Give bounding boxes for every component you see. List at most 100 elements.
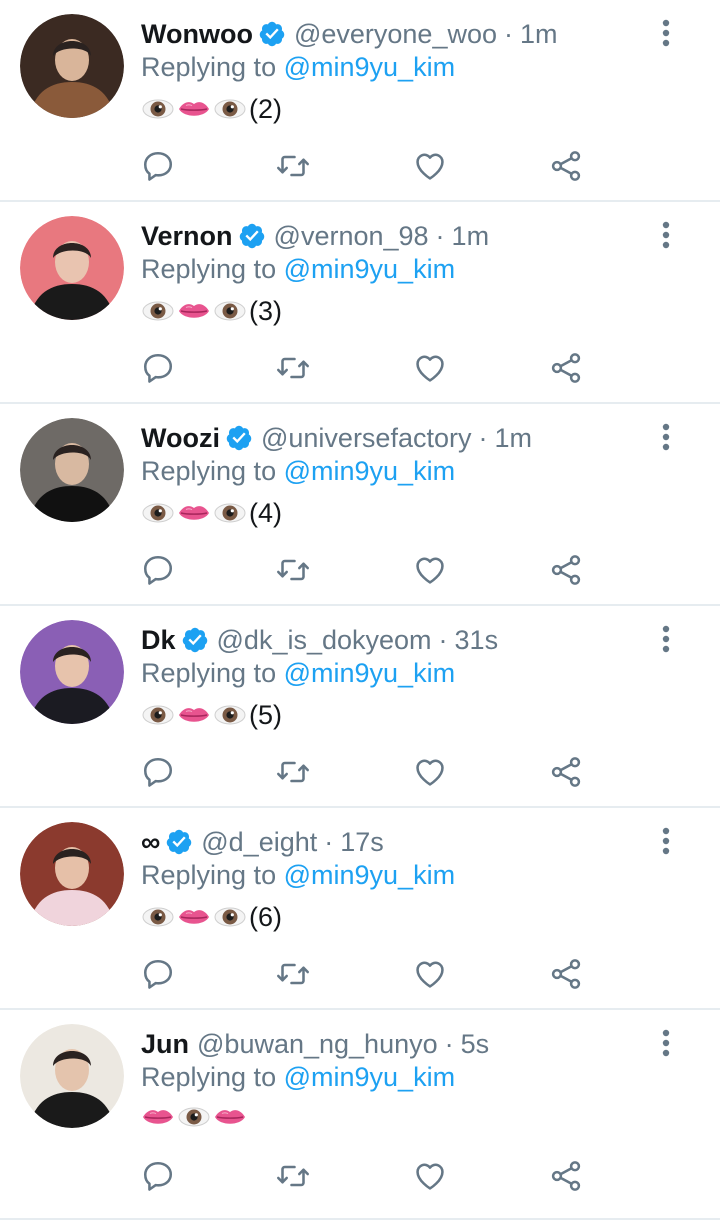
- retweet-icon[interactable]: [275, 148, 311, 184]
- timestamp[interactable]: 1m: [452, 218, 490, 254]
- display-name[interactable]: Wonwoo: [141, 16, 253, 52]
- separator-dot: ·: [435, 221, 445, 251]
- replying-to-label: Replying to: [141, 658, 277, 688]
- lips-emoji: [177, 698, 211, 732]
- retweet-icon[interactable]: [275, 956, 311, 992]
- user-handle[interactable]: @vernon_98: [274, 218, 429, 254]
- retweet-icon[interactable]: [275, 552, 311, 588]
- display-name[interactable]: Dk: [141, 622, 176, 658]
- tweet[interactable]: ∞ @d_eight · 17s Replying to @min9yu_kim…: [0, 808, 720, 1010]
- tweet[interactable]: Wonwoo @everyone_woo · 1m Replying to @m…: [0, 0, 720, 202]
- tweet-text: (5): [141, 696, 282, 734]
- avatar[interactable]: [20, 620, 124, 724]
- tweet[interactable]: Woozi @universefactory · 1m Replying to …: [0, 404, 720, 606]
- tweet-text: (2): [141, 90, 282, 128]
- share-icon[interactable]: [548, 552, 584, 588]
- mention-link[interactable]: @min9yu_kim: [284, 52, 455, 82]
- tweet-text: [141, 1100, 249, 1134]
- like-heart-icon[interactable]: [412, 956, 448, 992]
- tweet-suffix-text: (4): [249, 498, 282, 528]
- eyes-emoji: [141, 294, 175, 328]
- replying-to-label: Replying to: [141, 52, 277, 82]
- display-name[interactable]: Woozi: [141, 420, 220, 456]
- reply-icon[interactable]: [140, 956, 176, 992]
- like-heart-icon[interactable]: [412, 754, 448, 790]
- separator-dot: ·: [438, 625, 448, 655]
- user-handle[interactable]: @buwan_ng_hunyo: [197, 1026, 438, 1062]
- eyes-emoji: [177, 1100, 211, 1134]
- lips-emoji: [177, 496, 211, 530]
- timestamp[interactable]: 1m: [520, 16, 558, 52]
- eyes-emoji: [213, 698, 247, 732]
- more-options-icon[interactable]: [658, 220, 674, 252]
- eyes-emoji: [213, 92, 247, 126]
- separator-dot: ·: [324, 827, 334, 857]
- avatar[interactable]: [20, 418, 124, 522]
- lips-emoji: [213, 1100, 247, 1134]
- more-options-icon[interactable]: [658, 1028, 674, 1060]
- user-handle[interactable]: @dk_is_dokyeom: [217, 622, 432, 658]
- like-heart-icon[interactable]: [412, 1158, 448, 1194]
- retweet-icon[interactable]: [275, 754, 311, 790]
- like-heart-icon[interactable]: [412, 148, 448, 184]
- like-heart-icon[interactable]: [412, 350, 448, 386]
- user-handle[interactable]: @d_eight: [201, 824, 317, 860]
- timestamp[interactable]: 1m: [494, 420, 532, 456]
- tweet-text: (6): [141, 898, 282, 936]
- timestamp[interactable]: 31s: [455, 622, 499, 658]
- share-icon[interactable]: [548, 754, 584, 790]
- separator-dot: ·: [478, 423, 488, 453]
- replying-to-label: Replying to: [141, 860, 277, 890]
- avatar[interactable]: [20, 1024, 124, 1128]
- display-name[interactable]: Vernon: [141, 218, 233, 254]
- more-options-icon[interactable]: [658, 826, 674, 858]
- tweet-suffix-text: (6): [249, 902, 282, 932]
- retweet-icon[interactable]: [275, 350, 311, 386]
- share-icon[interactable]: [548, 1158, 584, 1194]
- separator-dot: ·: [444, 1029, 454, 1059]
- replying-to-line: Replying to @min9yu_kim: [141, 50, 455, 84]
- retweet-icon[interactable]: [275, 1158, 311, 1194]
- eyes-emoji: [213, 294, 247, 328]
- reply-icon[interactable]: [140, 148, 176, 184]
- user-handle[interactable]: @everyone_woo: [294, 16, 497, 52]
- verified-badge-icon: [238, 222, 266, 250]
- mention-link[interactable]: @min9yu_kim: [284, 254, 455, 284]
- reply-icon[interactable]: [140, 754, 176, 790]
- more-options-icon[interactable]: [658, 624, 674, 656]
- tweet[interactable]: Vernon @vernon_98 · 1m Replying to @min9…: [0, 202, 720, 404]
- avatar[interactable]: [20, 822, 124, 926]
- like-heart-icon[interactable]: [412, 552, 448, 588]
- timestamp[interactable]: 17s: [340, 824, 384, 860]
- eyes-emoji: [213, 900, 247, 934]
- tweet[interactable]: Dk @dk_is_dokyeom · 31s Replying to @min…: [0, 606, 720, 808]
- share-icon[interactable]: [548, 956, 584, 992]
- verified-badge-icon: [258, 20, 286, 48]
- more-options-icon[interactable]: [658, 422, 674, 454]
- more-options-icon[interactable]: [658, 18, 674, 50]
- replying-to-line: Replying to @min9yu_kim: [141, 858, 455, 892]
- mention-link[interactable]: @min9yu_kim: [284, 1062, 455, 1092]
- user-handle[interactable]: @universefactory: [261, 420, 472, 456]
- display-name[interactable]: Jun: [141, 1026, 189, 1062]
- action-bar: [140, 754, 581, 790]
- tweet[interactable]: Jun @buwan_ng_hunyo · 5s Replying to @mi…: [0, 1010, 720, 1220]
- lips-emoji: [177, 92, 211, 126]
- reply-icon[interactable]: [140, 1158, 176, 1194]
- eyes-emoji: [141, 496, 175, 530]
- eyes-emoji: [213, 496, 247, 530]
- share-icon[interactable]: [548, 350, 584, 386]
- avatar[interactable]: [20, 216, 124, 320]
- mention-link[interactable]: @min9yu_kim: [284, 456, 455, 486]
- action-bar: [140, 1158, 581, 1194]
- display-name[interactable]: ∞: [141, 824, 160, 860]
- mention-link[interactable]: @min9yu_kim: [284, 860, 455, 890]
- reply-icon[interactable]: [140, 552, 176, 588]
- reply-icon[interactable]: [140, 350, 176, 386]
- timestamp[interactable]: 5s: [461, 1026, 490, 1062]
- avatar[interactable]: [20, 14, 124, 118]
- replying-to-line: Replying to @min9yu_kim: [141, 1060, 455, 1094]
- mention-link[interactable]: @min9yu_kim: [284, 658, 455, 688]
- eyes-emoji: [141, 92, 175, 126]
- share-icon[interactable]: [548, 148, 584, 184]
